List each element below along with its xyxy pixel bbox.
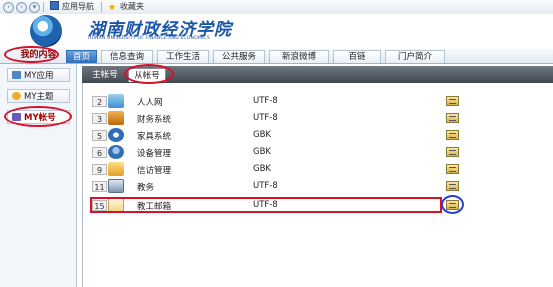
favorites-label: 收藏夹 [120, 2, 144, 11]
account-row: 2 人人网 UTF-8 [92, 93, 487, 109]
row-number: 5 [92, 130, 107, 141]
annotation-circle-my-content [4, 46, 59, 63]
account-encoding: GBK [253, 147, 271, 157]
account-encoding: UTF-8 [253, 181, 278, 191]
annotation-circle-my-accounts [4, 106, 72, 127]
account-encoding: UTF-8 [253, 113, 278, 123]
account-name[interactable]: 人人网 [137, 96, 163, 108]
account-row: 3 财务系统 UTF-8 [92, 110, 487, 126]
account-name[interactable]: 设备管理 [137, 147, 171, 159]
account-row: 5 家具系统 GBK [92, 127, 487, 143]
toolbar-divider [43, 2, 44, 12]
account-row: 6 设备管理 GBK [92, 144, 487, 160]
tab-main-account[interactable]: 主帐号 [86, 68, 124, 82]
account-name[interactable]: 信访管理 [137, 164, 171, 176]
sidebar-item-my-apps[interactable]: MY应用 [7, 68, 70, 82]
row-number: 11 [92, 181, 107, 192]
tab-bailian[interactable]: 百链 [333, 50, 381, 63]
sidebar-item-label: MY主题 [24, 92, 54, 102]
edit-account-icon[interactable] [446, 164, 459, 174]
annotation-box-teacher-mail [90, 197, 442, 213]
toolbar-divider [101, 2, 102, 12]
tab-sina-weibo[interactable]: 新浪微博 [269, 50, 329, 63]
renren-icon [108, 94, 124, 108]
row-number: 3 [92, 113, 107, 124]
account-encoding: UTF-8 [253, 96, 278, 106]
annotation-circle-edit-mail [441, 195, 464, 214]
edit-account-icon[interactable] [446, 181, 459, 191]
annotation-circle-sub-account [124, 64, 174, 84]
dropdown-icon[interactable]: ▾ [29, 2, 40, 13]
finance-icon [108, 111, 124, 125]
forward-icon[interactable]: › [16, 2, 27, 13]
petition-icon [108, 162, 124, 176]
app-nav-button[interactable]: 应用导航 [50, 1, 94, 13]
sidebar-item-my-themes[interactable]: MY主题 [7, 89, 70, 103]
edit-account-icon[interactable] [446, 96, 459, 106]
back-icon[interactable]: ‹ [3, 2, 14, 13]
edit-account-icon[interactable] [446, 130, 459, 140]
account-row: 9 信访管理 GBK [92, 161, 487, 177]
star-icon: ★ [108, 3, 117, 13]
account-encoding: GBK [253, 164, 271, 174]
favorites-button[interactable]: ★ 收藏夹 [108, 1, 144, 13]
row-number: 6 [92, 147, 107, 158]
account-row: 11 教务 UTF-8 [92, 178, 487, 194]
row-number: 9 [92, 164, 107, 175]
equipment-icon [108, 145, 124, 159]
tab-work-life[interactable]: 工作生活 [157, 50, 209, 63]
account-encoding: GBK [253, 130, 271, 140]
account-name[interactable]: 财务系统 [137, 113, 171, 125]
row-number: 2 [92, 96, 107, 107]
academic-icon [108, 179, 124, 193]
tab-home[interactable]: 首页 [66, 50, 97, 63]
account-name[interactable]: 教务 [137, 181, 154, 193]
furniture-icon [108, 128, 124, 142]
university-english-name: HUNAN UNIVERSITY OF FINANCE AND ECONOMIC… [88, 36, 210, 41]
sidebar-item-label: MY应用 [24, 71, 54, 81]
account-name[interactable]: 家具系统 [137, 130, 171, 142]
site-header [0, 14, 553, 48]
app-icon [12, 71, 21, 79]
app-nav-label: 应用导航 [62, 2, 94, 11]
tab-info-query[interactable]: 信息查询 [101, 50, 153, 63]
theme-icon [12, 92, 21, 100]
grid-icon [50, 1, 59, 10]
edit-account-icon[interactable] [446, 113, 459, 123]
university-logo[interactable] [30, 15, 62, 47]
tab-portal-intro[interactable]: 门户简介 [385, 50, 445, 63]
tab-public-service[interactable]: 公共服务 [213, 50, 265, 63]
edit-account-icon[interactable] [446, 147, 459, 157]
